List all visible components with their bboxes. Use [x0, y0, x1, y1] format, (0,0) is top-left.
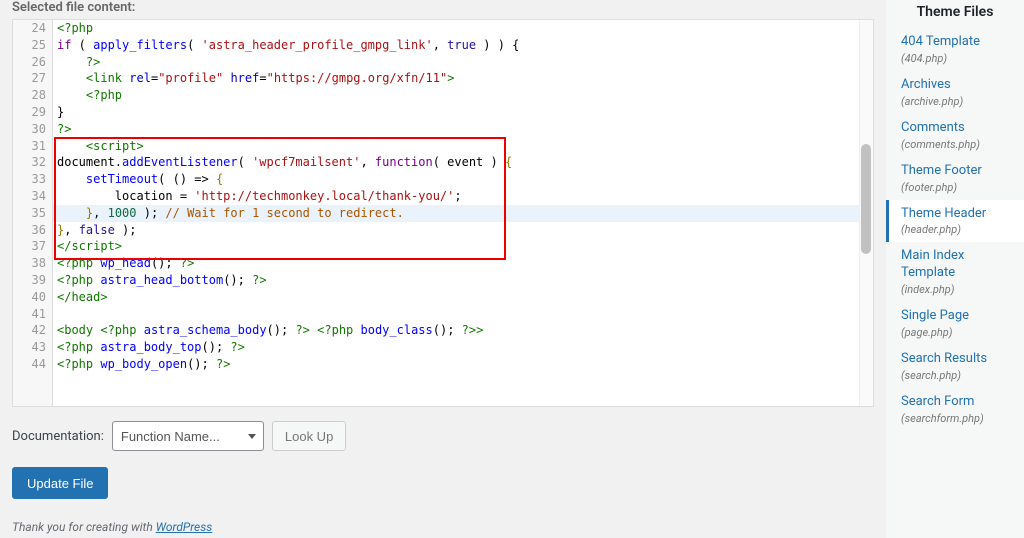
code-line[interactable]: document.addEventListener( 'wpcf7mailsen… — [53, 154, 873, 171]
line-number: 29 — [13, 104, 52, 121]
footer-credit: Thank you for creating with WordPress — [12, 520, 212, 534]
theme-file-item[interactable]: Theme Footer(footer.php) — [886, 157, 1024, 200]
file-name: Theme Footer — [901, 163, 1014, 180]
code-line[interactable]: } — [53, 104, 873, 121]
line-number: 24 — [13, 20, 52, 37]
code-editor[interactable]: 2425262728293031323334353637383940414243… — [12, 19, 874, 407]
file-name: Search Form — [901, 394, 1014, 411]
code-line[interactable]: }, false ); — [53, 222, 873, 239]
function-select[interactable]: Function Name... — [112, 421, 264, 451]
line-number: 38 — [13, 255, 52, 272]
theme-file-item[interactable]: Theme Header(header.php) — [886, 200, 1024, 243]
code-line[interactable]: <?php — [53, 20, 873, 37]
code-line[interactable]: </head> — [53, 289, 873, 306]
line-number: 44 — [13, 356, 52, 373]
line-number: 31 — [13, 138, 52, 155]
main-area: Selected file content: 24252627282930313… — [0, 0, 886, 538]
line-number: 42 — [13, 322, 52, 339]
code-line[interactable]: <link rel="profile" href="https://gmpg.o… — [53, 70, 873, 87]
doc-label: Documentation: — [12, 429, 104, 444]
doc-lookup-row: Documentation: Function Name... Look Up — [12, 407, 874, 465]
code-line[interactable]: ?> — [53, 54, 873, 71]
line-gutter: 2425262728293031323334353637383940414243… — [13, 20, 53, 406]
update-file-button[interactable]: Update File — [12, 467, 108, 499]
file-path: (archive.php) — [901, 95, 1014, 108]
file-path: (comments.php) — [901, 138, 1014, 151]
line-number: 40 — [13, 289, 52, 306]
code-line[interactable]: location = 'http://techmonkey.local/than… — [53, 188, 873, 205]
theme-file-item[interactable]: Search Results(search.php) — [886, 345, 1024, 388]
file-path: (page.php) — [901, 326, 1014, 339]
file-path: (footer.php) — [901, 181, 1014, 194]
code-line[interactable]: <?php astra_head_bottom(); ?> — [53, 272, 873, 289]
code-line[interactable]: <script> — [53, 138, 873, 155]
theme-file-item[interactable]: Single Page(page.php) — [886, 302, 1024, 345]
file-path: (index.php) — [901, 283, 1014, 296]
code-line[interactable] — [53, 306, 873, 323]
line-number: 41 — [13, 306, 52, 323]
scrollbar-track[interactable] — [859, 20, 873, 406]
theme-file-item[interactable]: Archives(archive.php) — [886, 71, 1024, 114]
code-line[interactable]: <?php wp_body_open(); ?> — [53, 356, 873, 373]
line-number: 25 — [13, 37, 52, 54]
line-number: 30 — [13, 121, 52, 138]
line-number: 28 — [13, 87, 52, 104]
code-line[interactable]: <?php wp_head(); ?> — [53, 255, 873, 272]
code-line[interactable]: }, 1000 ); // Wait for 1 second to redir… — [53, 205, 873, 222]
file-name: Theme Header — [901, 206, 1014, 223]
theme-files-sidebar: Theme Files 404 Template(404.php)Archive… — [886, 0, 1024, 538]
lookup-button[interactable]: Look Up — [272, 421, 346, 451]
code-line[interactable]: <body <?php astra_schema_body(); ?> <?ph… — [53, 322, 873, 339]
file-name: Main Index Template — [901, 248, 1014, 282]
theme-file-item[interactable]: Search Form(searchform.php) — [886, 388, 1024, 431]
file-name: 404 Template — [901, 34, 1014, 51]
code-line[interactable]: </script> — [53, 238, 873, 255]
line-number: 26 — [13, 54, 52, 71]
line-number: 43 — [13, 339, 52, 356]
theme-file-item[interactable]: Comments(comments.php) — [886, 114, 1024, 157]
code-line[interactable]: <?php — [53, 87, 873, 104]
line-number: 37 — [13, 238, 52, 255]
file-path: (header.php) — [901, 223, 1014, 236]
code-line[interactable]: if ( apply_filters( 'astra_header_profil… — [53, 37, 873, 54]
theme-file-item[interactable]: 404 Template(404.php) — [886, 28, 1024, 71]
line-number: 32 — [13, 154, 52, 171]
line-number: 35 — [13, 205, 52, 222]
file-name: Comments — [901, 120, 1014, 137]
file-path: (404.php) — [901, 52, 1014, 65]
theme-file-item[interactable]: Main Index Template(index.php) — [886, 242, 1024, 302]
file-path: (searchform.php) — [901, 412, 1014, 425]
scrollbar-thumb[interactable] — [861, 144, 871, 254]
file-name: Archives — [901, 77, 1014, 94]
line-number: 33 — [13, 171, 52, 188]
file-name: Search Results — [901, 351, 1014, 368]
line-number: 34 — [13, 188, 52, 205]
file-path: (search.php) — [901, 369, 1014, 382]
sidebar-title: Theme Files — [886, 0, 1024, 28]
line-number: 27 — [13, 70, 52, 87]
file-name: Single Page — [901, 308, 1014, 325]
line-number: 36 — [13, 222, 52, 239]
section-header: Selected file content: — [12, 0, 874, 19]
code-line[interactable]: setTimeout( () => { — [53, 171, 873, 188]
code-line[interactable]: <?php astra_body_top(); ?> — [53, 339, 873, 356]
code-lines[interactable]: <?phpif ( apply_filters( 'astra_header_p… — [53, 20, 873, 373]
code-line[interactable]: ?> — [53, 121, 873, 138]
wordpress-link[interactable]: WordPress — [156, 520, 213, 534]
line-number: 39 — [13, 272, 52, 289]
